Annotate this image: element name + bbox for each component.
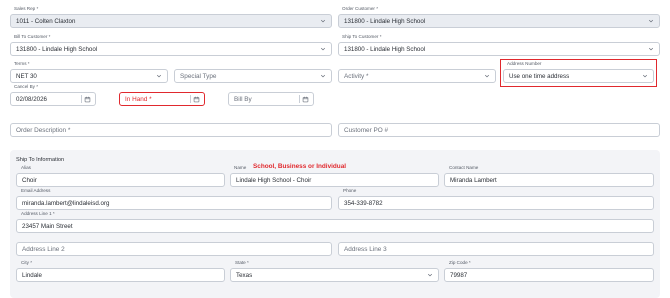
alias-label: Alias — [21, 165, 31, 170]
order-description-input[interactable]: Order Description * — [10, 123, 332, 137]
cancel-by-label: Cancel By * — [14, 84, 39, 89]
state-select[interactable]: Texas — [230, 268, 439, 282]
order-customer-select[interactable]: 131800 - Lindale High School — [338, 14, 660, 28]
terms-value: NET 30 — [16, 72, 37, 80]
address-number-label: Address Number — [507, 61, 542, 66]
contact-name-label: Contact Name — [449, 165, 479, 170]
address-line-2-input[interactable]: Address Line 2 — [16, 242, 332, 256]
contact-name-input[interactable]: Miranda Lambert — [444, 173, 654, 187]
field-divider — [190, 95, 191, 103]
email-value: miranda.lambert@lindaleisd.org — [22, 199, 110, 207]
order-customer-value: 131800 - Lindale High School — [344, 17, 426, 25]
terms-label: Terms * — [14, 61, 30, 66]
customer-po-input[interactable]: Customer PO # — [338, 123, 660, 137]
address-number-value: Use one time address — [509, 72, 570, 80]
ship-to-customer-select[interactable]: 131800 - Lindale High School — [338, 42, 660, 56]
address-line-3-input[interactable]: Address Line 3 — [338, 242, 654, 256]
name-input[interactable]: Lindale High School - Choir — [230, 173, 439, 187]
zip-code-value: 79987 — [450, 271, 468, 279]
address-line-2-placeholder: Address Line 2 — [22, 245, 65, 253]
alias-input[interactable]: Choir — [16, 173, 225, 187]
phone-input[interactable]: 354-339-8782 — [338, 196, 654, 210]
state-label: State * — [235, 260, 249, 265]
chevron-down-icon — [320, 74, 326, 78]
sales-rep-value: 1011 - Colten Claxton — [16, 17, 76, 25]
phone-value: 354-339-8782 — [344, 199, 383, 207]
city-value: Lindale — [22, 271, 42, 279]
city-input[interactable]: Lindale — [16, 268, 225, 282]
ship-to-title: Ship To Information — [16, 157, 65, 163]
address-line-1-value: 23457 Main Street — [22, 222, 73, 230]
chevron-down-icon — [427, 273, 433, 277]
address-number-select[interactable]: Use one time address — [503, 69, 654, 83]
order-description-placeholder: Order Description * — [16, 126, 71, 134]
field-divider — [81, 95, 82, 103]
chevron-down-icon — [320, 19, 326, 23]
zip-code-input[interactable]: 79987 — [444, 268, 654, 282]
ship-to-customer-label: Ship To Customer * — [342, 34, 382, 39]
zip-code-label: Zip Code * — [449, 260, 471, 265]
bill-to-customer-value: 131800 - Lindale High School — [16, 45, 98, 53]
address-line-1-label: Address Line 1 * — [21, 211, 55, 216]
address-line-3-placeholder: Address Line 3 — [344, 245, 387, 253]
state-value: Texas — [236, 271, 253, 279]
order-customer-label: Order Customer * — [342, 6, 378, 11]
contact-name-value: Miranda Lambert — [450, 176, 497, 184]
alias-value: Choir — [22, 176, 37, 184]
calendar-icon[interactable] — [193, 96, 200, 103]
calendar-icon[interactable] — [84, 96, 91, 103]
activity-placeholder: Activity * — [344, 72, 369, 80]
bill-to-customer-select[interactable]: 131800 - Lindale High School — [10, 42, 332, 56]
cancel-by-date-input[interactable]: 02/08/2026 — [10, 92, 96, 106]
ship-to-customer-value: 131800 - Lindale High School — [344, 45, 426, 53]
activity-select[interactable]: Activity * — [338, 69, 496, 83]
name-hint-annotation: School, Business or Individual — [253, 163, 347, 170]
calendar-icon[interactable] — [302, 96, 309, 103]
special-type-placeholder: Special Type — [180, 72, 217, 80]
name-label: Name — [234, 165, 247, 170]
city-label: City * — [21, 260, 32, 265]
chevron-down-icon — [648, 19, 654, 23]
phone-label: Phone — [343, 188, 357, 193]
sales-rep-label: Sales Rep * — [14, 6, 39, 11]
special-type-select[interactable]: Special Type — [174, 69, 332, 83]
in-hand-date-input[interactable]: In Hand * — [119, 92, 205, 106]
chevron-down-icon — [642, 74, 648, 78]
bill-by-date-input[interactable]: Bill By — [228, 92, 314, 106]
email-label: Email Address — [21, 188, 51, 193]
in-hand-placeholder: In Hand * — [125, 95, 152, 103]
address-line-1-input[interactable]: 23457 Main Street — [16, 219, 654, 233]
chevron-down-icon — [484, 74, 490, 78]
field-divider — [299, 95, 300, 103]
chevron-down-icon — [320, 47, 326, 51]
chevron-down-icon — [648, 47, 654, 51]
sales-rep-select[interactable]: 1011 - Colten Claxton — [10, 14, 332, 28]
bill-by-placeholder: Bill By — [234, 95, 252, 103]
name-value: Lindale High School - Choir — [236, 176, 312, 184]
terms-select[interactable]: NET 30 — [10, 69, 168, 83]
bill-to-customer-label: Bill To Customer * — [14, 34, 51, 39]
chevron-down-icon — [156, 74, 162, 78]
customer-po-placeholder: Customer PO # — [344, 126, 389, 134]
email-input[interactable]: miranda.lambert@lindaleisd.org — [16, 196, 332, 210]
cancel-by-value: 02/08/2026 — [16, 95, 47, 103]
